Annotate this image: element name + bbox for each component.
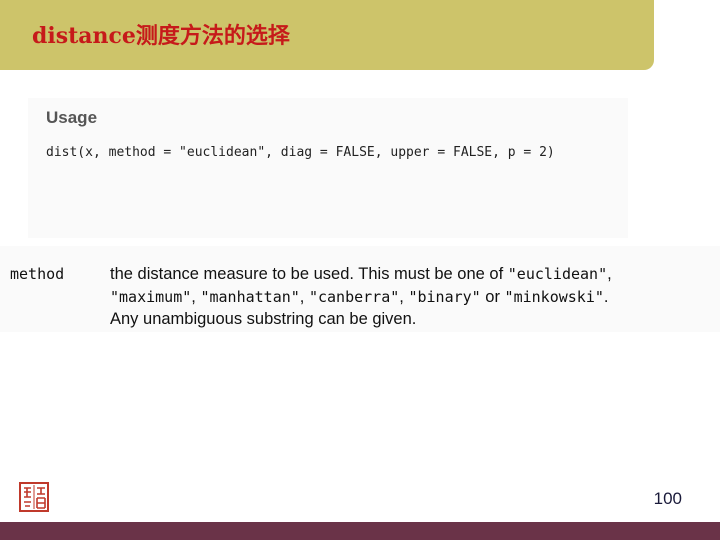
argument-name: method xyxy=(10,265,65,283)
option-minkowski: "minkowski" xyxy=(504,287,604,306)
argument-description-line-1: the distance measure to be used. This mu… xyxy=(110,263,718,286)
description-punct: , xyxy=(607,265,612,283)
option-binary: "binary" xyxy=(408,287,481,306)
usage-code: dist(x, method = "euclidean", diag = FAL… xyxy=(46,145,555,160)
option-canberra: "canberra" xyxy=(308,287,400,306)
seal-logo-icon xyxy=(19,482,49,512)
argument-description: the distance measure to be used. This mu… xyxy=(110,263,718,331)
title-bar: distance测度方法的选择 xyxy=(0,0,654,70)
option-manhattan: "manhattan" xyxy=(200,287,300,306)
argument-description-line-2: "maximum", "manhattan", "canberra", "bin… xyxy=(110,286,718,309)
usage-heading: Usage xyxy=(46,108,98,127)
description-punct: or xyxy=(480,287,505,306)
option-euclidean: "euclidean" xyxy=(507,265,608,283)
argument-description-line-3: Any unambiguous substring can be given. xyxy=(110,310,417,328)
slide-title: distance测度方法的选择 xyxy=(32,23,290,49)
description-punct: , xyxy=(299,287,309,306)
page-number: 100 xyxy=(653,489,682,508)
option-maximum: "maximum" xyxy=(110,287,192,306)
description-punct: . xyxy=(603,287,609,306)
description-text: the distance measure to be used. This mu… xyxy=(110,265,508,283)
footer-bar xyxy=(0,522,720,540)
usage-panel xyxy=(28,98,628,238)
